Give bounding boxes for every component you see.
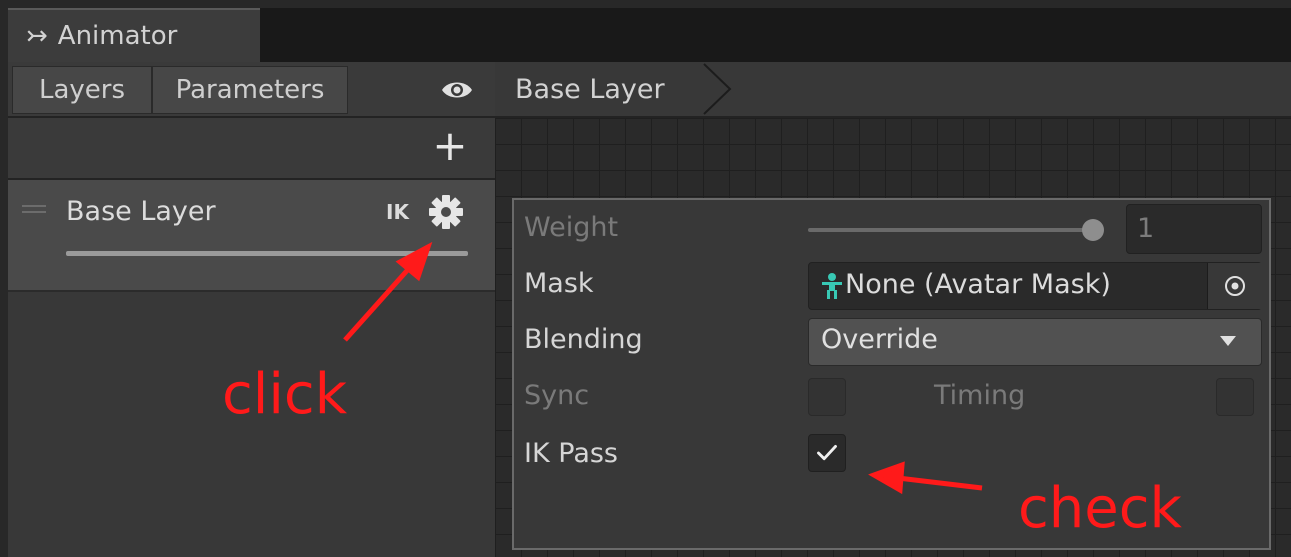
layer-item-base-layer[interactable]: Base Layer IK [8,180,495,292]
tab-layers[interactable]: Layers [12,66,152,114]
plus-icon[interactable]: + [428,124,472,168]
avatar-mask-icon [822,273,842,299]
tab-parameters[interactable]: Parameters [152,66,348,114]
breadcrumb[interactable]: Base Layer [495,62,665,116]
tab-layers-label: Layers [38,75,126,105]
sync-checkbox[interactable] [808,378,846,416]
mask-value: None (Avatar Mask) [845,269,1111,300]
checkmark-icon [817,444,837,461]
ik-badge: IK [386,200,409,224]
timing-checkbox[interactable] [1216,378,1254,416]
animator-icon: ↣ [26,21,48,51]
timing-label: Timing [934,380,1026,411]
blending-dropdown[interactable]: Override [808,318,1262,366]
weight-slider-thumb[interactable] [1082,219,1104,241]
panel-tabs: Layers Parameters [8,62,495,118]
sync-label: Sync [524,380,590,411]
click-annotation: click [222,362,348,427]
animator-window-tab[interactable]: ↣ Animator [8,8,260,62]
blending-label: Blending [524,324,643,355]
animator-tab-title: Animator [57,21,178,51]
breadcrumb-chevron-icon [703,63,732,115]
chevron-down-icon [1220,336,1236,346]
layers-panel: Layers Parameters + Base Layer IK [8,62,495,557]
weight-input[interactable]: 1 [1126,204,1262,254]
object-picker-button[interactable] [1207,263,1262,309]
mask-label: Mask [524,268,594,299]
eye-icon[interactable] [440,76,474,104]
add-layer-row: + [8,118,495,180]
check-annotation: check [1018,476,1182,541]
drag-handle-icon[interactable] [22,205,46,213]
weight-label: Weight [524,212,619,243]
graph-header: Base Layer [495,62,1291,118]
breadcrumb-label: Base Layer [515,73,665,105]
tab-parameters-label: Parameters [175,75,325,105]
layer-weight-bar [66,251,468,256]
animator-window: ↣ Animator Layers Parameters + Base Laye… [0,0,1291,557]
blending-value: Override [821,324,938,355]
ik-pass-checkbox[interactable] [808,434,846,472]
ik-pass-label: IK Pass [524,438,618,469]
gear-icon[interactable] [426,192,466,232]
layer-name: Base Layer [66,196,216,227]
target-icon [1225,276,1245,296]
weight-slider-track[interactable] [808,228,1098,232]
mask-field[interactable]: None (Avatar Mask) [808,262,1262,310]
